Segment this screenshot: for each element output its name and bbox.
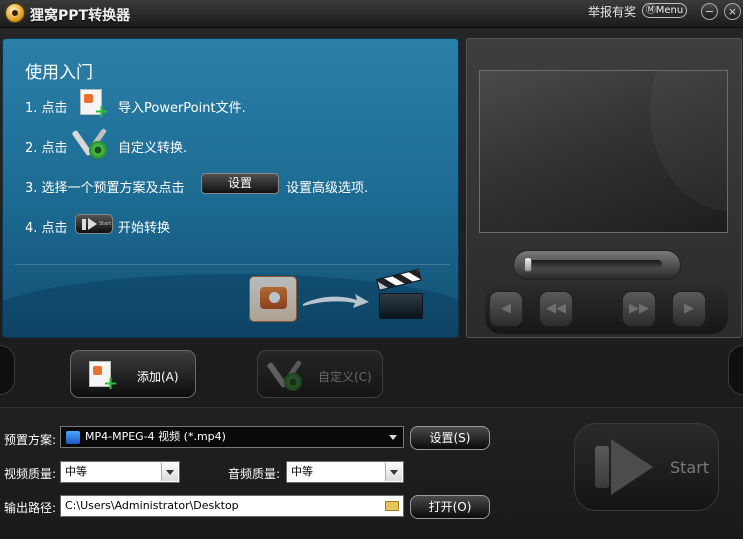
- step-2-text: 自定义转换.: [118, 141, 188, 156]
- seek-slider[interactable]: [513, 250, 681, 280]
- video-quality-value: 中等: [65, 465, 87, 478]
- step-1-prefix: 1. 点击: [25, 101, 68, 116]
- audio-quality-value: 中等: [291, 465, 313, 478]
- prev-button[interactable]: ◀: [489, 291, 523, 327]
- start-bar-icon: [595, 446, 609, 488]
- step-2-prefix: 2. 点击: [25, 141, 68, 156]
- fast-forward-button[interactable]: ▶▶: [622, 291, 656, 327]
- start-button[interactable]: Start: [574, 423, 719, 511]
- step-4-start-icon: Start: [75, 214, 113, 234]
- preset-label: 预置方案:: [4, 433, 57, 447]
- app-logo-icon: [5, 3, 25, 23]
- right-side-cap: [728, 345, 743, 395]
- preview-screen: [479, 70, 728, 233]
- app-window: 狸窝PPT转换器 举报有奖 ⓂMenu − × 使用入门 1. 点击 + 导入P…: [0, 0, 743, 539]
- getting-started-title: 使用入门: [25, 63, 93, 83]
- close-button[interactable]: ×: [724, 3, 741, 20]
- step-3-settings-button: 设置: [201, 173, 279, 194]
- video-quality-label: 视频质量:: [4, 467, 57, 481]
- step-1-text: 导入PowerPoint文件.: [118, 101, 246, 116]
- add-ppt-icon: +: [76, 87, 109, 121]
- folder-icon[interactable]: [385, 501, 399, 511]
- report-link[interactable]: 举报有奖: [588, 3, 636, 20]
- video-clapper-icon: [376, 268, 427, 321]
- start-arrow-icon: [611, 439, 653, 495]
- custom-button[interactable]: 自定义(C): [257, 350, 383, 398]
- step-3-text: 设置高级选项.: [286, 181, 369, 196]
- title-bar: 狸窝PPT转换器 举报有奖 ⓂMenu − ×: [0, 0, 743, 28]
- tools-icon: [266, 359, 303, 393]
- open-button[interactable]: 打开(O): [410, 495, 490, 519]
- prev-icon: ◀: [501, 301, 511, 316]
- output-path-label: 输出路径:: [4, 501, 57, 515]
- intro-divider: [15, 264, 450, 265]
- rewind-icon: ◀◀: [546, 301, 566, 316]
- audio-quality-dropdown-icon[interactable]: [385, 463, 402, 481]
- preset-value: MP4-MPEG-4 视频 (*.mp4): [85, 430, 226, 443]
- video-quality-dropdown-icon[interactable]: [161, 463, 178, 481]
- step-4-text: 开始转换: [118, 221, 171, 236]
- start-button-label: Start: [670, 458, 710, 477]
- video-quality-select[interactable]: 中等: [60, 461, 180, 483]
- next-icon: ▶: [684, 301, 694, 316]
- next-button[interactable]: ▶: [672, 291, 706, 327]
- tools-icon: [71, 127, 108, 161]
- add-button-label: 添加(A): [137, 370, 179, 384]
- left-side-cap: [0, 345, 15, 395]
- getting-started-panel: 使用入门 1. 点击 + 导入PowerPoint文件. 2. 点击 自定义转换…: [2, 38, 459, 338]
- preview-player: ◀ ◀◀ ▶▶ ▶: [466, 38, 742, 338]
- powerpoint-icon: [249, 276, 297, 322]
- seek-track: [526, 260, 662, 269]
- audio-quality-label: 音频质量:: [228, 467, 281, 481]
- minimize-button[interactable]: −: [701, 3, 718, 20]
- preset-dropdown-icon[interactable]: [385, 428, 402, 446]
- step-3-prefix: 3. 选择一个预置方案及点击: [25, 181, 185, 196]
- menu-button[interactable]: ⓂMenu: [642, 3, 687, 18]
- add-button[interactable]: + 添加(A): [70, 350, 196, 398]
- custom-button-label: 自定义(C): [318, 370, 372, 384]
- output-path-value: C:\Users\Administrator\Desktop: [65, 499, 239, 512]
- menu-label: Menu: [655, 5, 684, 16]
- step-4-prefix: 4. 点击: [25, 221, 68, 236]
- video-file-icon: [66, 431, 80, 444]
- output-path-input[interactable]: C:\Users\Administrator\Desktop: [60, 495, 404, 517]
- fast-forward-icon: ▶▶: [629, 301, 649, 316]
- app-title: 狸窝PPT转换器: [30, 8, 131, 24]
- rewind-button[interactable]: ◀◀: [539, 291, 573, 327]
- seek-knob[interactable]: [524, 257, 532, 272]
- preset-select[interactable]: MP4-MPEG-4 视频 (*.mp4): [60, 426, 404, 448]
- convert-arrow-icon: [303, 294, 369, 308]
- add-ppt-icon: +: [85, 359, 118, 393]
- audio-quality-select[interactable]: 中等: [286, 461, 404, 483]
- settings-button[interactable]: 设置(S): [410, 426, 490, 450]
- menu-icon: Ⓜ: [645, 5, 656, 16]
